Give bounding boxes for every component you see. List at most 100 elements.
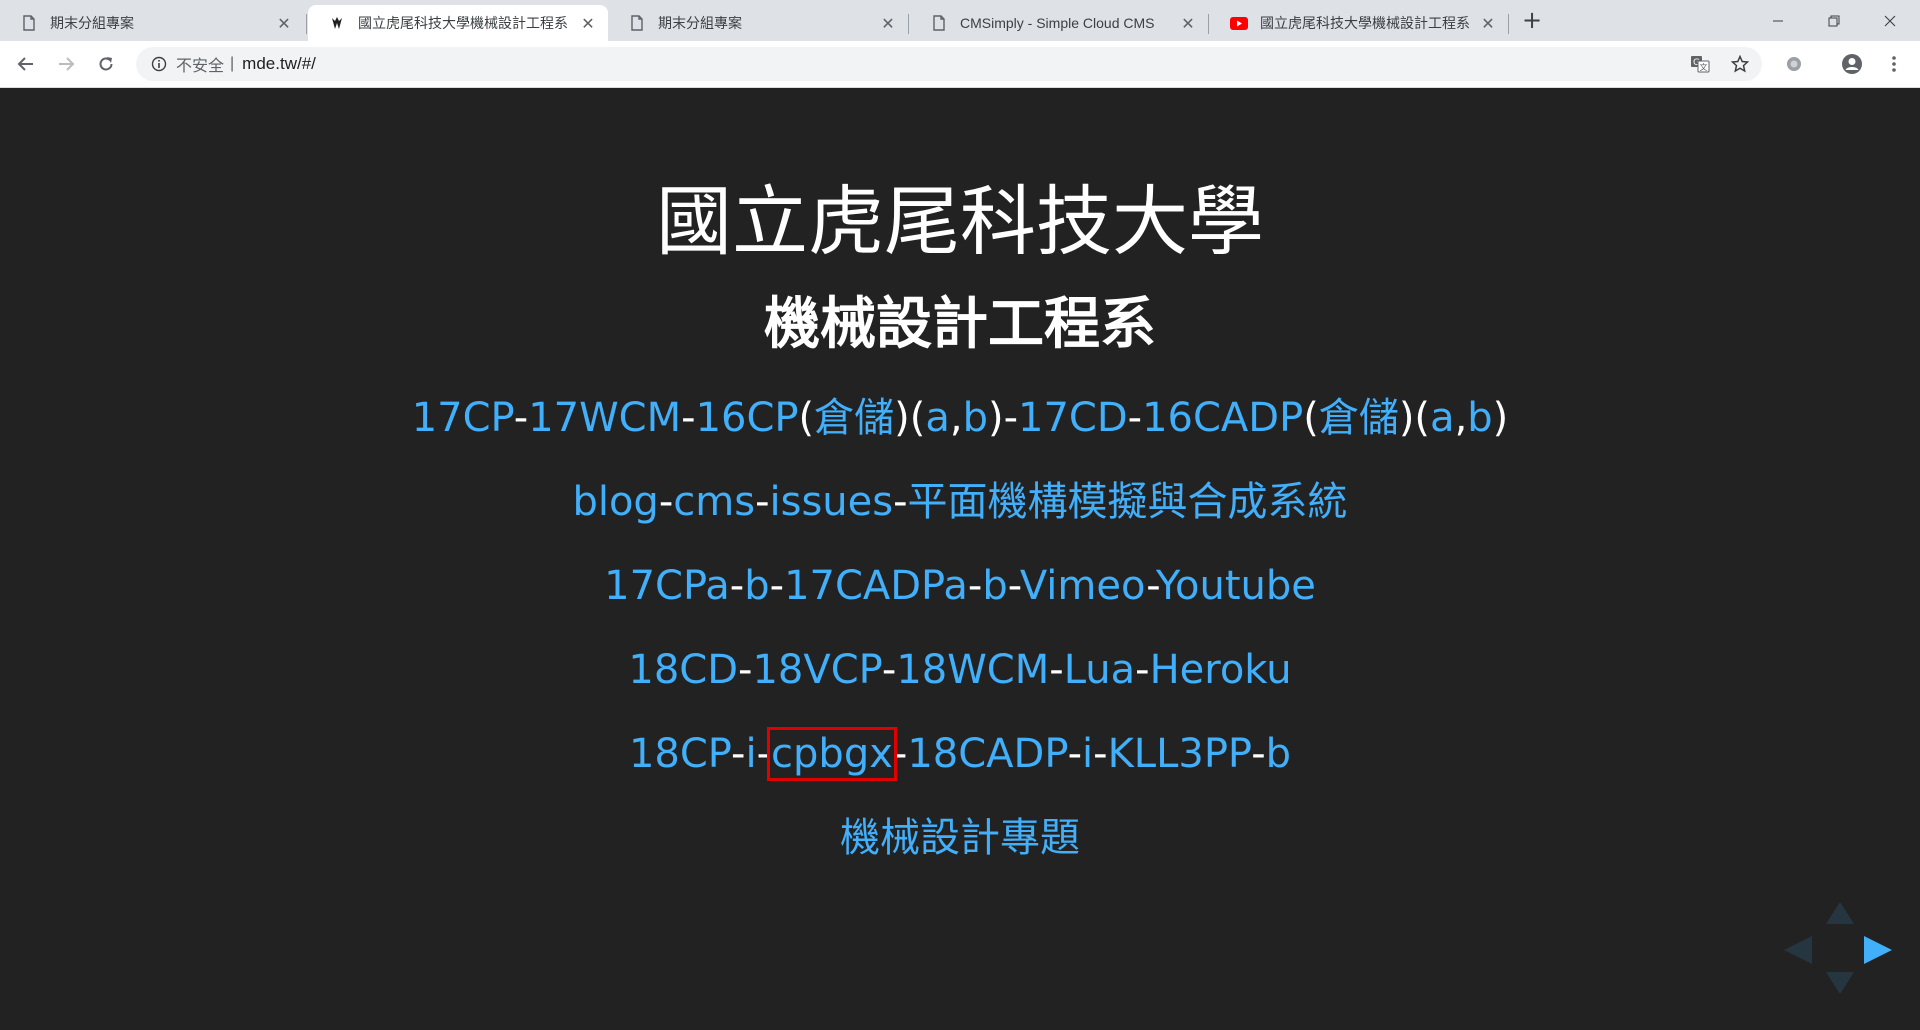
tab-1[interactable]: 期末分組專案 ✕ (0, 5, 304, 41)
page-icon (20, 14, 38, 32)
nav-link[interactable]: 17WCM (528, 395, 681, 441)
nav-up-arrow[interactable] (1826, 902, 1854, 924)
tab-divider (1508, 14, 1509, 34)
back-arrow-icon (17, 57, 33, 71)
tab-3[interactable]: 期末分組專案 ✕ (608, 5, 908, 41)
security-separator: | (230, 55, 235, 72)
link-separator: )( (1398, 395, 1431, 441)
tab-strip: 期末分組專案 ✕ 國立虎尾科技大學機械設計工程系 ✕ 期末分組專案 ✕ CMSi… (0, 0, 1920, 41)
nav-link[interactable]: 18CD (628, 647, 738, 693)
nav-link[interactable]: KLL3PP (1108, 731, 1252, 777)
nav-link[interactable]: blog (572, 479, 658, 525)
nav-link[interactable]: Lua (1064, 647, 1135, 693)
link-line: 18CD-18VCP-18WCM-Lua-Heroku (0, 650, 1920, 690)
address-bar[interactable]: 不安全 | mde.tw/#/ G文 (136, 47, 1762, 81)
link-separator: - (731, 731, 746, 777)
url-text[interactable]: mde.tw/#/ (242, 54, 316, 74)
tab-2[interactable]: 國立虎尾科技大學機械設計工程系 ✕ (308, 5, 608, 41)
close-icon[interactable]: ✕ (274, 13, 294, 33)
nav-link[interactable]: 17CD (1018, 395, 1128, 441)
nav-link[interactable]: b (1467, 395, 1492, 441)
nav-link[interactable]: issues (770, 479, 894, 525)
extension-icon (1787, 57, 1801, 71)
nav-link[interactable]: 17CP (412, 395, 514, 441)
translate-icon[interactable]: G文 (1686, 50, 1714, 78)
link-separator: ) (1492, 395, 1509, 441)
nav-link[interactable]: Heroku (1150, 647, 1292, 693)
nav-link[interactable]: 17CADPa (784, 563, 968, 609)
new-tab-button[interactable]: + (1520, 8, 1544, 34)
nav-link[interactable]: 18CADP (907, 731, 1067, 777)
minimize-button[interactable] (1750, 0, 1806, 41)
link-line: 17CPa-b-17CADPa-b-Vimeo-Youtube (0, 566, 1920, 606)
close-icon[interactable]: ✕ (1178, 13, 1198, 33)
nav-link[interactable]: 18WCM (896, 647, 1049, 693)
security-label[interactable]: 不安全 (176, 52, 224, 76)
nav-link[interactable]: Vimeo (1020, 563, 1146, 609)
link-line: 18CP-i-cpbgx-18CADP-i-KLL3PP-b (0, 727, 1920, 781)
nav-link[interactable]: 16CADP (1142, 395, 1303, 441)
nav-link[interactable]: 16CP (696, 395, 799, 441)
nav-link[interactable]: Youtube (1156, 563, 1316, 609)
link-separator: - (755, 479, 770, 525)
nav-link[interactable]: 18CP (629, 731, 731, 777)
nav-link[interactable]: 倉儲 (814, 395, 894, 441)
profile-button[interactable] (1838, 50, 1866, 78)
nav-link[interactable]: b (963, 395, 988, 441)
link-separator: - (967, 563, 983, 609)
link-separator: - (1146, 563, 1156, 609)
nav-link[interactable]: a (1430, 395, 1455, 441)
nav-right-arrow[interactable] (1864, 936, 1892, 964)
close-icon[interactable]: ✕ (578, 13, 598, 33)
link-separator: - (738, 647, 753, 693)
close-window-button[interactable] (1862, 0, 1918, 41)
nav-link[interactable]: 17CPa (604, 563, 730, 609)
mde-logo-icon (328, 14, 346, 32)
close-icon[interactable]: ✕ (878, 13, 898, 33)
link-line: 機械設計專題 (0, 818, 1920, 858)
nav-link[interactable]: 機械設計專題 (840, 815, 1080, 861)
nav-link[interactable]: cms (673, 479, 755, 525)
nav-link[interactable]: b (1266, 731, 1291, 777)
reload-button[interactable] (92, 50, 120, 78)
link-separator: - (1127, 395, 1143, 441)
link-separator: - (1007, 563, 1020, 609)
tab-4[interactable]: CMSimply - Simple Cloud CMS ✕ (910, 5, 1208, 41)
nav-down-arrow[interactable] (1826, 972, 1854, 994)
tab-title: 期末分組專案 (50, 15, 134, 31)
info-icon[interactable] (150, 55, 168, 73)
reload-icon (99, 57, 113, 71)
link-separator: - (756, 731, 772, 777)
restore-button[interactable] (1806, 0, 1862, 41)
youtube-icon (1230, 14, 1248, 32)
link-separator: - (658, 479, 674, 525)
browser-toolbar: 不安全 | mde.tw/#/ G文 (0, 41, 1920, 88)
close-icon[interactable]: ✕ (1478, 13, 1498, 33)
nav-link[interactable]: 倉儲 (1319, 395, 1399, 441)
extension-button[interactable] (1780, 50, 1808, 78)
nav-link[interactable]: a (925, 395, 950, 441)
nav-left-arrow[interactable] (1784, 936, 1812, 964)
forward-button[interactable] (52, 50, 80, 78)
link-separator: - (893, 479, 908, 525)
nav-link[interactable]: b (982, 563, 1007, 609)
link-separator: - (1135, 647, 1150, 693)
link-separator: - (892, 731, 908, 777)
nav-link[interactable]: i (745, 731, 756, 777)
page-title: 國立虎尾科技大學 (656, 177, 1264, 266)
nav-link[interactable]: b (744, 563, 769, 609)
nav-link[interactable]: 18VCP (752, 647, 881, 693)
close-window-icon (1884, 15, 1896, 26)
bookmark-star-icon[interactable] (1726, 50, 1754, 78)
link-separator: - (729, 563, 745, 609)
menu-button[interactable] (1880, 50, 1908, 78)
link-separator: )( (894, 395, 926, 441)
nav-link[interactable]: cpbgx (767, 727, 897, 781)
nav-link[interactable]: i (1082, 731, 1093, 777)
back-button[interactable] (12, 50, 40, 78)
link-separator: )- (987, 395, 1019, 441)
tab-5[interactable]: 國立虎尾科技大學機械設計工程系 ✕ (1210, 5, 1508, 41)
link-separator: - (1049, 647, 1064, 693)
nav-link[interactable]: 平面機構模擬與合成系統 (908, 479, 1348, 525)
page-icon (628, 14, 646, 32)
